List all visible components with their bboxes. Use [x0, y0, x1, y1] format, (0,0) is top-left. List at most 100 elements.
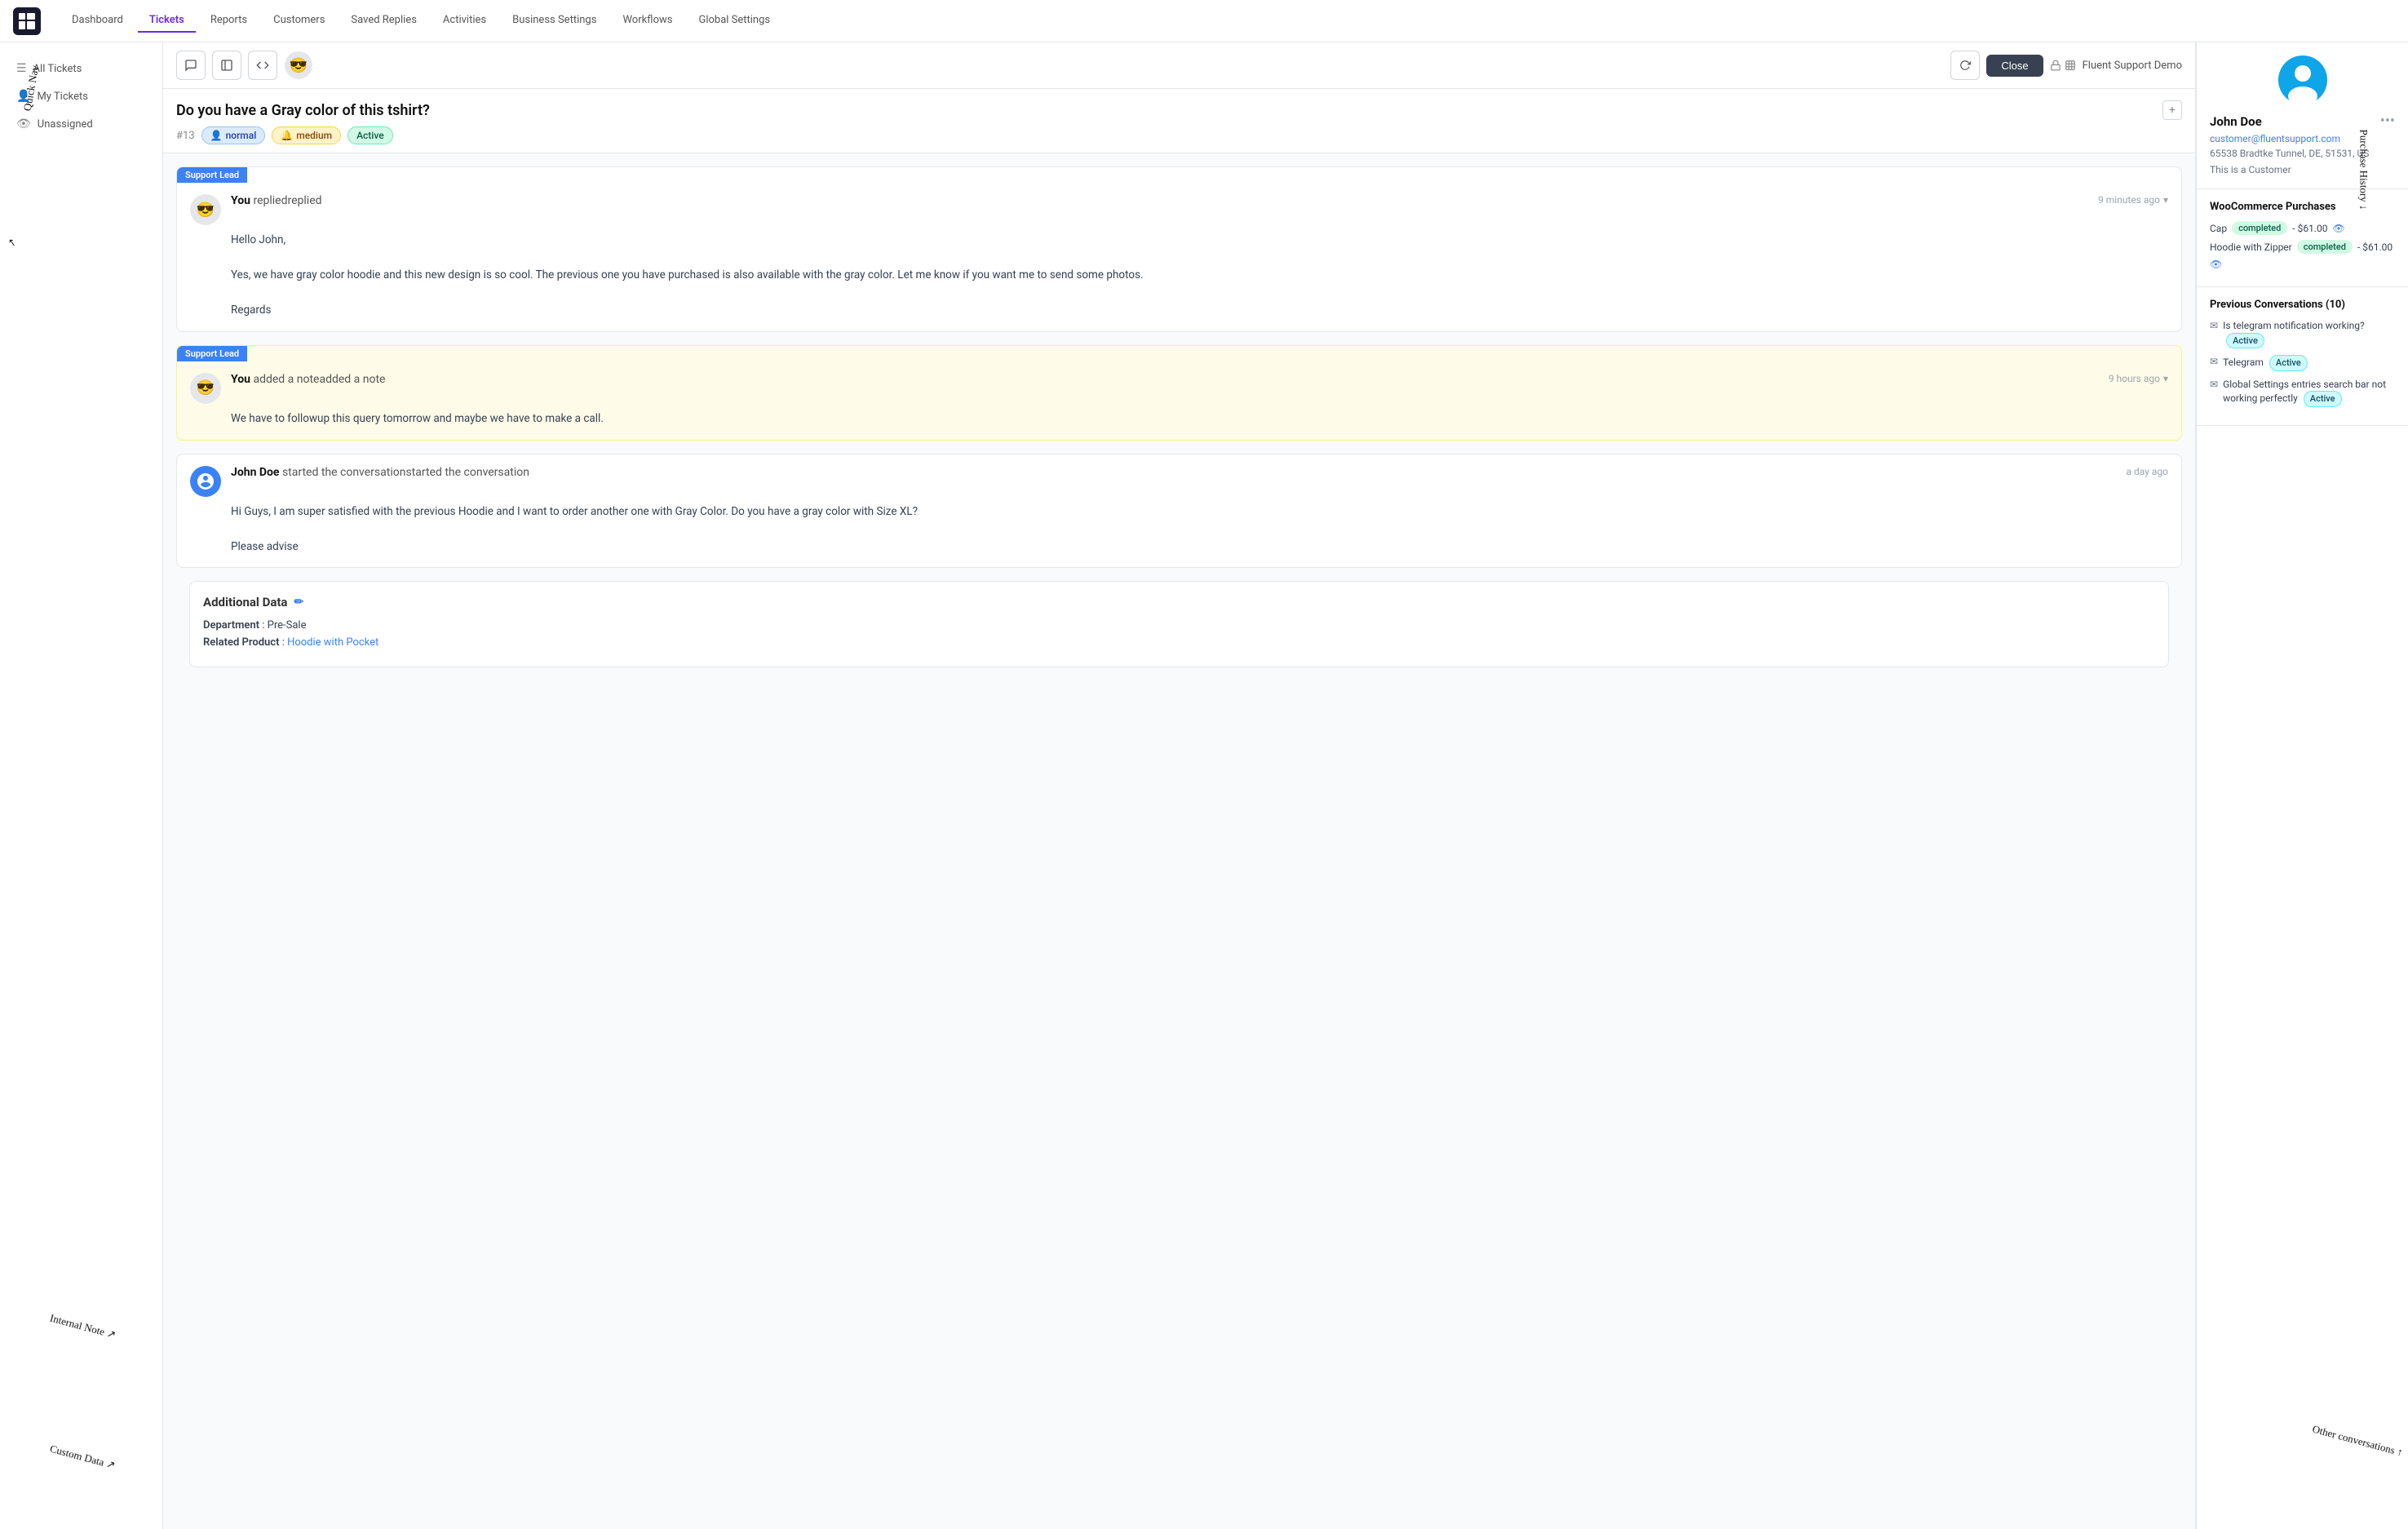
avatar-face-1: 😎	[197, 202, 215, 219]
nav-reports[interactable]: Reports	[199, 9, 259, 33]
sidebar-item-my-tickets[interactable]: 👤 My Tickets	[7, 83, 156, 109]
user-icon: 👤	[16, 90, 30, 103]
purchase-amount-1: - $61.00	[2292, 223, 2327, 234]
lock-icon-wrap	[2050, 60, 2076, 71]
ticket-toolbar: 😎 Close	[163, 42, 2195, 89]
list-icon: ☰	[16, 62, 27, 75]
conv-status-3: Active	[2304, 391, 2342, 406]
priority-icon: 👤	[210, 130, 223, 141]
conv-item-2: ✉ Telegram Active	[2210, 355, 2395, 370]
purchase-status-1: completed	[2232, 221, 2287, 235]
email-icon-3: ✉	[2210, 379, 2218, 390]
message-sender-2: You	[231, 373, 250, 386]
woocommerce-title: WooCommerce Purchases	[2210, 201, 2395, 213]
nav-dashboard[interactable]: Dashboard	[60, 9, 135, 33]
add-button[interactable]: +	[2162, 100, 2182, 120]
app-logo	[13, 7, 41, 35]
support-lead-badge-1: Support Lead	[177, 167, 247, 183]
ticket-number: #13	[176, 130, 195, 142]
nav-tickets[interactable]: Tickets	[138, 9, 196, 33]
edit-icon[interactable]: ✏	[294, 596, 303, 609]
purchase-row-2: Hoodie with Zipper completed - $61.00 👁	[2210, 240, 2395, 270]
conv-status-2: Active	[2269, 355, 2308, 370]
sidebar-icon-btn[interactable]	[212, 51, 241, 80]
sidebar: ☰ All Tickets 👤 My Tickets 👁 Unassigned	[0, 42, 163, 1529]
medium-badge: 🔔 medium	[272, 126, 341, 144]
right-panel: John Doe ••• customer@fluentsupport.com …	[2196, 42, 2408, 1529]
message-action-1: replied	[253, 194, 287, 207]
purchase-product-2: Hoodie with Zipper	[2210, 242, 2292, 253]
sidebar-item-all-tickets[interactable]: ☰ All Tickets	[7, 55, 156, 82]
message-time-2: 9 hours ago ▾	[2109, 373, 2168, 384]
purchase-eye-icon-1[interactable]: 👁	[2332, 223, 2344, 234]
nav-business-settings[interactable]: Business Settings	[501, 9, 608, 33]
sidebar-item-unassigned[interactable]: 👁 Unassigned	[7, 111, 156, 137]
data-row-department: Department : Pre-Sale	[203, 619, 2155, 632]
medium-icon: 🔔	[281, 130, 293, 141]
settings-icon-btn[interactable]	[248, 51, 277, 80]
message-action-3: started the conversation	[282, 466, 406, 479]
nav-saved-replies[interactable]: Saved Replies	[339, 9, 428, 33]
sidebar-item-unassigned-label: Unassigned	[38, 118, 93, 131]
purchase-row-1: Cap completed - $61.00 👁	[2210, 221, 2395, 235]
purchase-status-2: completed	[2297, 240, 2353, 254]
message-reply: Support Lead 😎 You repliedreplied	[176, 166, 2182, 332]
nav-customers[interactable]: Customers	[262, 9, 336, 33]
support-lead-badge-2: Support Lead	[177, 346, 247, 361]
email-icon-2: ✉	[2210, 356, 2218, 367]
message-sender-1: You	[231, 194, 250, 207]
message-note: Support Lead 😎 You added a noteadded a n…	[176, 345, 2182, 441]
source-label: Fluent Support Demo	[2083, 60, 2182, 72]
close-button[interactable]: Close	[1986, 55, 2043, 77]
conv-status-1: Active	[2226, 333, 2264, 348]
purchase-eye-icon-2[interactable]: 👁	[2210, 259, 2222, 270]
purchase-product-1: Cap	[2210, 223, 2227, 234]
chevron-down-icon[interactable]: ▾	[2163, 194, 2168, 206]
purchase-amount-2: - $61.00	[2357, 242, 2393, 253]
eye-icon: 👁	[16, 117, 31, 131]
message-sender-3: John Doe	[231, 466, 279, 479]
conv-item-1: ✉ Is telegram notification working? Acti…	[2210, 319, 2395, 348]
conv-text-1: Is telegram notification working? Active	[2223, 319, 2395, 348]
woocommerce-section: WooCommerce Purchases Cap completed - $6…	[2197, 189, 2408, 287]
agent-avatar-1: 😎	[190, 194, 221, 225]
additional-data-section: Additional Data ✏ Department : Pre-Sale …	[189, 581, 2169, 667]
message-time-1: 9 minutes ago ▾	[2098, 194, 2168, 206]
status-badge: Active	[347, 126, 393, 144]
ticket-area: 😎 Close	[163, 42, 2196, 1529]
product-link[interactable]: Hoodie with Pocket	[287, 636, 378, 649]
chat-icon-btn[interactable]	[176, 51, 206, 80]
nav-global-settings[interactable]: Global Settings	[687, 9, 781, 33]
conv-text-2: Telegram Active	[2223, 355, 2395, 370]
customer-email[interactable]: customer@fluentsupport.com	[2210, 133, 2395, 144]
nav-activities[interactable]: Activities	[432, 9, 498, 33]
message-body-2: We have to followup this query tomorrow …	[190, 410, 2168, 428]
top-navigation: Dashboard Tickets Reports Customers Save…	[0, 0, 2408, 42]
additional-data-title-text: Additional Data	[203, 595, 287, 609]
ticket-header: Do you have a Gray color of this tshirt?…	[163, 89, 2195, 153]
chevron-down-icon-2[interactable]: ▾	[2163, 373, 2168, 384]
nav-workflows[interactable]: Workflows	[611, 9, 684, 33]
message-customer: John Doe started the conversationstarted…	[176, 454, 2182, 569]
refresh-btn[interactable]	[1950, 51, 1980, 80]
avatar-face-2: 😎	[197, 379, 215, 397]
message-action-2: added a note	[253, 373, 319, 386]
data-row-product: Related Product : Hoodie with Pocket	[203, 636, 2155, 649]
previous-conversations-section: Previous Conversations (10) ✉ Is telegra…	[2197, 287, 2408, 426]
customer-address: 65538 Bradtke Tunnel, DE, 51531, US	[2210, 148, 2395, 159]
customer-avatar-large	[2278, 55, 2327, 104]
conv-text-3: Global Settings entries search bar not w…	[2223, 378, 2395, 407]
customer-type: This is a Customer	[2210, 164, 2395, 175]
more-options-btn[interactable]: •••	[2380, 113, 2395, 130]
priority-badge: 👤 normal	[201, 126, 266, 144]
ticket-title: Do you have a Gray color of this tshirt?	[176, 102, 2154, 119]
message-time-3: a day ago	[2127, 466, 2168, 477]
agent-avatar-2: 😎	[190, 373, 221, 404]
customer-card: John Doe ••• customer@fluentsupport.com …	[2197, 42, 2408, 189]
customer-name: John Doe	[2210, 114, 2262, 129]
sidebar-item-my-tickets-label: My Tickets	[37, 91, 88, 103]
customer-avatar	[190, 466, 221, 497]
conv-item-3: ✉ Global Settings entries search bar not…	[2210, 378, 2395, 407]
sidebar-item-all-tickets-label: All Tickets	[33, 63, 82, 75]
agent-avatar-btn[interactable]: 😎	[284, 51, 313, 80]
